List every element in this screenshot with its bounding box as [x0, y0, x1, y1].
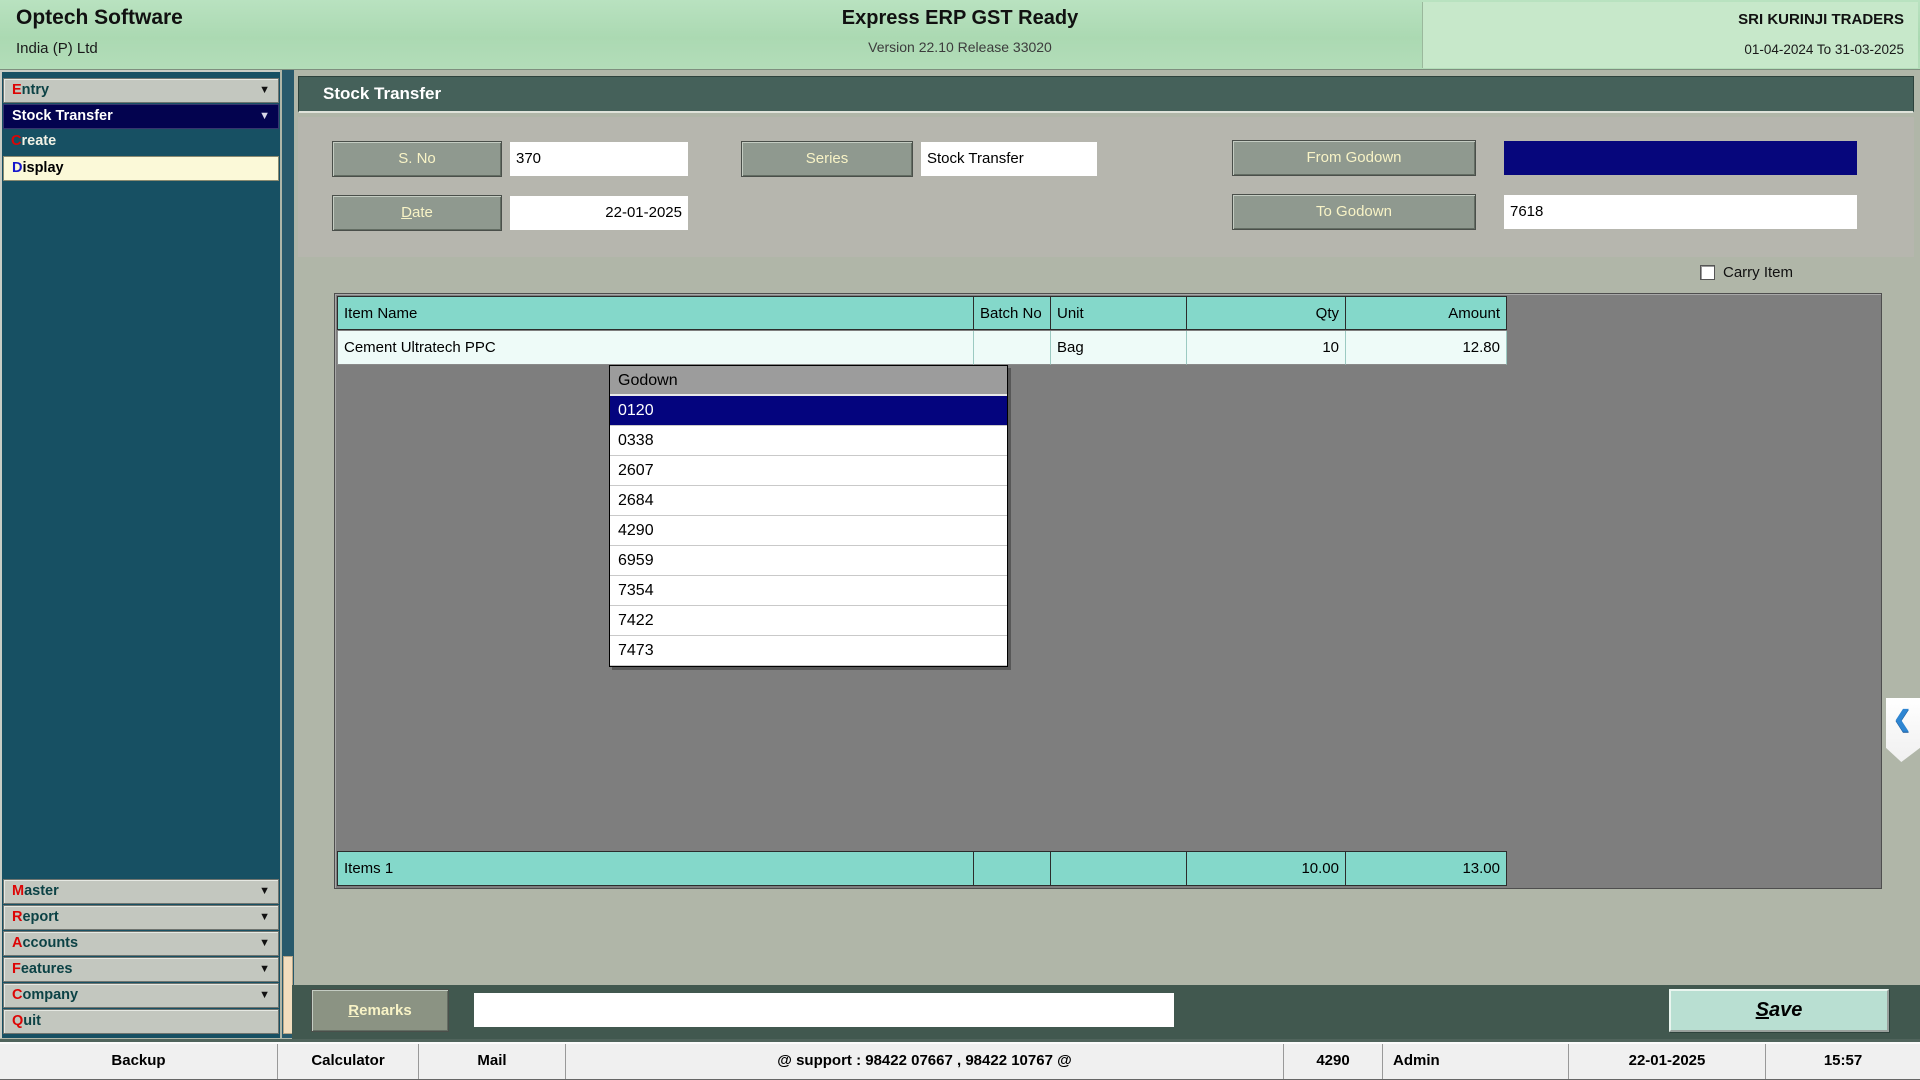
totals-batch — [974, 851, 1051, 886]
godown-dropdown: Godown 012003382607268442906959735474227… — [609, 365, 1008, 667]
status-user: Admin — [1383, 1044, 1569, 1079]
items-grid-panel: Item Name Batch No Unit Qty Amount Cemen… — [334, 293, 1882, 889]
page-title-bar: Stock Transfer — [298, 76, 1914, 113]
to-godown-label: To Godown — [1232, 194, 1476, 230]
from-godown-label: From Godown — [1232, 140, 1476, 176]
calculator-button[interactable]: Calculator — [278, 1044, 419, 1079]
sidebar-item-accounts[interactable]: Accounts ▼ — [3, 931, 279, 956]
table-row: Cement Ultratech PPC Bag 10 12.80 — [337, 331, 1507, 365]
sidebar-item-features[interactable]: Features ▼ — [3, 957, 279, 982]
sidebar-item-quit[interactable]: Quit — [3, 1009, 279, 1034]
chevron-down-icon: ▼ — [259, 984, 270, 1007]
to-godown-input[interactable]: 7618 — [1504, 195, 1857, 229]
totals-items-count: Items 1 — [337, 851, 974, 886]
sidebar-item-stock-transfer[interactable]: Stock Transfer ▼ — [3, 104, 279, 129]
status-bar: Backup Calculator Mail @ support : 98422… — [0, 1042, 1920, 1080]
financial-period: 01-04-2024 To 31-03-2025 — [1744, 42, 1904, 57]
save-button[interactable]: Save — [1669, 989, 1889, 1032]
godown-option[interactable]: 4290 — [610, 516, 1007, 546]
godown-option[interactable]: 7354 — [610, 576, 1007, 606]
godown-option[interactable]: 7422 — [610, 606, 1007, 636]
from-godown-input[interactable] — [1504, 141, 1857, 175]
chevron-left-icon: ❮ — [1893, 706, 1911, 732]
sidebar: Entry ▼ Stock Transfer ▼ Create Display … — [0, 70, 280, 1038]
sidebar-item-report[interactable]: Report ▼ — [3, 905, 279, 930]
cell-qty[interactable]: 10 — [1187, 331, 1346, 365]
status-time: 15:57 — [1766, 1044, 1920, 1079]
product-name: Express ERP GST Ready — [660, 7, 1260, 30]
app-header: Optech Software India (P) Ltd Express ER… — [0, 0, 1920, 70]
sno-input[interactable]: 370 — [510, 142, 688, 176]
sidebar-item-master[interactable]: Master ▼ — [3, 879, 279, 904]
godown-dropdown-header: Godown — [610, 366, 1007, 396]
date-label: Date — [332, 195, 502, 231]
chevron-down-icon: ▼ — [259, 79, 270, 102]
series-label: Series — [741, 141, 913, 177]
col-qty: Qty — [1187, 296, 1346, 330]
cell-item-name[interactable]: Cement Ultratech PPC — [337, 331, 974, 365]
totals-unit — [1051, 851, 1187, 886]
godown-option[interactable]: 0338 — [610, 426, 1007, 456]
cell-amount[interactable]: 12.80 — [1346, 331, 1507, 365]
items-grid-totals: Items 1 10.00 13.00 — [337, 851, 1507, 886]
page-title: Stock Transfer — [323, 84, 441, 104]
series-input[interactable]: Stock Transfer — [921, 142, 1097, 176]
app-window: Optech Software India (P) Ltd Express ER… — [0, 0, 1920, 1080]
godown-list: 012003382607268442906959735474227473 — [610, 396, 1007, 666]
chevron-down-icon: ▼ — [259, 105, 270, 128]
product-version: Version 22.10 Release 33020 — [660, 39, 1260, 55]
remarks-input[interactable] — [474, 993, 1174, 1027]
sidebar-item-company[interactable]: Company ▼ — [3, 983, 279, 1008]
cell-batch-no[interactable] — [974, 331, 1051, 365]
sidebar-top-menu: Entry ▼ Stock Transfer ▼ Create Display — [2, 72, 280, 181]
totals-amount: 13.00 — [1346, 851, 1507, 886]
mail-button[interactable]: Mail — [419, 1044, 566, 1079]
product-block: Express ERP GST Ready Version 22.10 Rele… — [660, 0, 1260, 55]
col-item-name: Item Name — [337, 296, 974, 330]
status-godown-code: 4290 — [1284, 1044, 1383, 1079]
sno-label: S. No — [332, 141, 502, 177]
sidebar-item-create[interactable]: Create — [3, 130, 279, 155]
chevron-down-icon: ▼ — [259, 958, 270, 981]
sidebar-item-display[interactable]: Display — [3, 156, 279, 181]
col-batch-no: Batch No — [974, 296, 1051, 330]
godown-option[interactable]: 0120 — [610, 396, 1007, 426]
items-grid-header: Item Name Batch No Unit Qty Amount — [337, 296, 1507, 330]
date-input[interactable]: 22-01-2025 — [510, 196, 688, 230]
sidebar-bottom-menu: Master ▼ Report ▼ Accounts ▼ Features ▼ … — [2, 879, 280, 1035]
client-name: SRI KURINJI TRADERS — [1738, 11, 1904, 28]
godown-option[interactable]: 7473 — [610, 636, 1007, 666]
vendor-name: Optech Software — [16, 6, 183, 30]
panel-collapse-tab[interactable]: ❮ — [1886, 698, 1920, 762]
carry-item-checkbox[interactable] — [1700, 265, 1715, 280]
sidebar-scrollbar[interactable] — [282, 70, 294, 1038]
chevron-down-icon: ▼ — [259, 906, 270, 929]
godown-option[interactable]: 2684 — [610, 486, 1007, 516]
backup-button[interactable]: Backup — [0, 1044, 278, 1079]
carry-item-control: Carry Item — [1700, 264, 1793, 281]
godown-option[interactable]: 2607 — [610, 456, 1007, 486]
support-info: @ support : 98422 07667 , 98422 10767 @ — [566, 1044, 1284, 1079]
godown-option[interactable]: 6959 — [610, 546, 1007, 576]
col-amount: Amount — [1346, 296, 1507, 330]
col-unit: Unit — [1051, 296, 1187, 330]
status-date: 22-01-2025 — [1569, 1044, 1766, 1079]
vendor-subtitle: India (P) Ltd — [16, 40, 98, 57]
remarks-label: Remarks — [311, 989, 449, 1032]
chevron-down-icon: ▼ — [259, 932, 270, 955]
sidebar-item-entry[interactable]: Entry ▼ — [3, 78, 279, 103]
cell-unit[interactable]: Bag — [1051, 331, 1187, 365]
company-period-panel: SRI KURINJI TRADERS 01-04-2024 To 31-03-… — [1422, 2, 1918, 68]
totals-qty: 10.00 — [1187, 851, 1346, 886]
voucher-form: S. No 370 Series Stock Transfer From God… — [298, 117, 1914, 257]
carry-item-label: Carry Item — [1723, 264, 1793, 281]
remarks-strip: Remarks Save — [292, 985, 1920, 1041]
chevron-down-icon: ▼ — [259, 880, 270, 903]
